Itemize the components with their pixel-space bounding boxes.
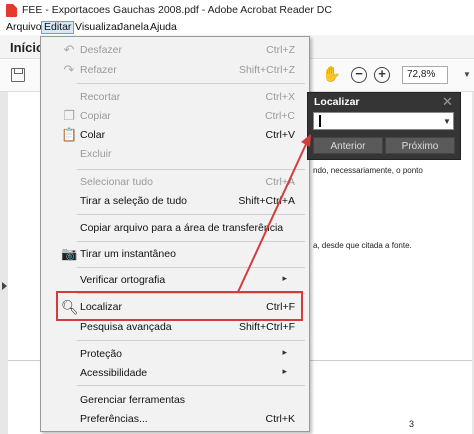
menu-arquivo[interactable]: Arquivo: [4, 21, 44, 34]
close-icon[interactable]: ✕: [442, 94, 453, 110]
submenu-arrow-icon: ▸: [282, 366, 287, 376]
menu-item-label: Verificar ortografia: [80, 274, 166, 286]
menu-janela[interactable]: Janela: [116, 21, 151, 34]
menu-item-shortcut: Shift+Ctrl+Z: [238, 64, 295, 76]
menu-item-shortcut: Shift+Ctrl+F: [238, 321, 295, 333]
menu-item-shortcut: Shift+Ctrl+A: [238, 195, 295, 207]
menu-item-ortografia[interactable]: Verificar ortografia ▸: [41, 270, 309, 290]
menu-item-shortcut: Ctrl+V: [265, 129, 295, 141]
menu-item-label: Acessibilidade: [80, 367, 148, 379]
submenu-arrow-icon: ▸: [282, 273, 287, 283]
menu-item-copiar-arquivo[interactable]: Copiar arquivo para a área de transferên…: [41, 218, 309, 238]
previous-button[interactable]: Anterior: [313, 137, 383, 154]
menu-separator: [77, 241, 305, 242]
expand-panel-arrow-icon[interactable]: [2, 282, 7, 290]
menu-separator: [77, 385, 305, 386]
menu-item-label: Tirar um instantâneo: [80, 248, 176, 260]
menu-item-shortcut: Ctrl+Z: [266, 44, 295, 56]
paste-icon: 📋: [61, 127, 78, 142]
menu-item-label: Gerenciar ferramentas: [80, 394, 186, 406]
menu-item-label: Excluir: [80, 148, 112, 160]
menu-editar[interactable]: Editar: [41, 21, 75, 34]
document-text-line: ndo, necessariamente, o ponto: [313, 166, 423, 175]
find-panel-title: Localizar: [314, 96, 360, 108]
menu-item-preferencias[interactable]: Preferências... Ctrl+K: [41, 409, 309, 429]
menu-item-label: Selecionar tudo: [80, 176, 153, 188]
menu-item-refazer[interactable]: ↷ Refazer Shift+Ctrl+Z: [41, 60, 309, 80]
menu-ajuda[interactable]: Ajuda: [148, 21, 179, 34]
menu-separator: [77, 214, 305, 215]
find-input[interactable]: [313, 112, 454, 130]
copy-icon: ❐: [63, 108, 75, 123]
menu-item-label: Preferências...: [80, 413, 148, 425]
text-cursor: [319, 115, 321, 127]
menu-item-protecao[interactable]: Proteção ▸: [41, 344, 309, 364]
hand-tool-icon[interactable]: ✋: [322, 67, 341, 83]
submenu-arrow-icon: ▸: [282, 347, 287, 357]
save-icon[interactable]: [11, 68, 25, 82]
menu-item-instantaneo[interactable]: 📷 Tirar um instantâneo: [41, 244, 309, 264]
menu-separator: [77, 340, 305, 341]
menu-item-label: Desfazer: [80, 44, 123, 56]
menu-item-excluir[interactable]: Excluir: [41, 144, 309, 164]
zoom-in-icon[interactable]: +: [374, 67, 390, 83]
document-text-line: a, desde que citada a fonte.: [313, 241, 412, 250]
redo-icon: ↷: [63, 62, 75, 77]
menu-item-label: Refazer: [80, 64, 117, 76]
menu-item-label: Pesquisa avançada: [80, 321, 172, 333]
menu-item-shortcut: Ctrl+X: [265, 91, 295, 103]
zoom-out-icon[interactable]: −: [351, 67, 367, 83]
menu-item-shortcut: Ctrl+A: [265, 176, 295, 188]
menu-item-colar[interactable]: 📋 Colar Ctrl+V: [41, 125, 309, 145]
menu-item-desfazer[interactable]: ↶ Desfazer Ctrl+Z: [41, 40, 309, 60]
menu-item-copiar[interactable]: ❐ Copiar Ctrl+C: [41, 106, 309, 126]
menu-item-label: Recortar: [80, 91, 121, 103]
tab-home[interactable]: Início: [10, 40, 44, 55]
menu-separator: [77, 267, 305, 268]
zoom-level-field[interactable]: 72,8%: [402, 66, 448, 84]
chevron-down-icon[interactable]: ▼: [443, 117, 451, 126]
menu-bar: Arquivo Editar Visualizar Janela Ajuda: [0, 20, 474, 35]
menu-item-shortcut: Ctrl+K: [265, 413, 295, 425]
undo-icon: ↶: [63, 42, 75, 57]
menu-item-gerenciar-ferramentas[interactable]: Gerenciar ferramentas: [41, 390, 309, 410]
menu-item-shortcut: Ctrl+C: [264, 110, 295, 122]
menu-separator: [77, 83, 305, 84]
edit-menu-dropdown: ↶ Desfazer Ctrl+Z ↷ Refazer Shift+Ctrl+Z…: [40, 36, 310, 432]
menu-visualizar[interactable]: Visualizar: [73, 21, 122, 34]
camera-icon: 📷: [61, 246, 78, 261]
menu-item-selecionar-tudo[interactable]: Selecionar tudo Ctrl+A: [41, 172, 309, 192]
window-title: FEE - Exportacoes Gauchas 2008.pdf - Ado…: [22, 4, 332, 16]
chevron-down-icon[interactable]: ▼: [463, 70, 471, 79]
next-button[interactable]: Próximo: [385, 137, 455, 154]
menu-item-label: Colar: [80, 129, 106, 141]
menu-item-label: Proteção: [80, 348, 123, 360]
menu-item-recortar[interactable]: Recortar Ctrl+X: [41, 87, 309, 107]
menu-item-label: Copiar: [80, 110, 111, 122]
pdf-file-icon: [6, 4, 17, 17]
menu-item-tirar-selecao[interactable]: Tirar a seleção de tudo Shift+Ctrl+A: [41, 191, 309, 211]
menu-item-label: Tirar a seleção de tudo: [80, 195, 188, 207]
menu-separator: [77, 169, 305, 170]
menu-item-acessibilidade[interactable]: Acessibilidade ▸: [41, 363, 309, 383]
menu-item-label: Copiar arquivo para a área de transferên…: [80, 222, 284, 234]
localizar-highlight-box: [56, 291, 303, 321]
page-number: 3: [409, 419, 415, 429]
